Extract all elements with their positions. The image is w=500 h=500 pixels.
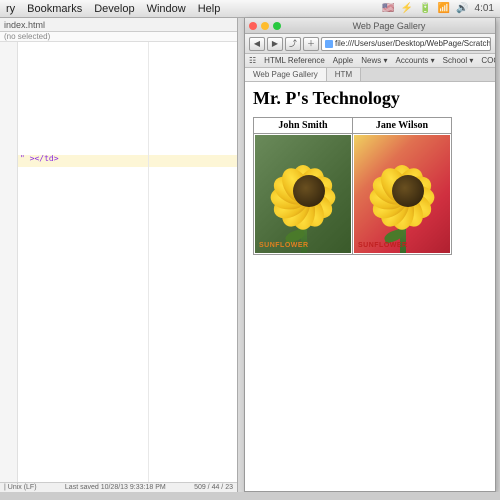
image-caption: SUNFLOWER: [358, 242, 408, 249]
flag-icon: 🇺🇸: [382, 3, 394, 14]
close-icon[interactable]: [249, 22, 257, 30]
safari-titlebar: Web Page Gallery: [245, 18, 495, 34]
column-header: John Smith: [254, 118, 353, 134]
bookmark-item[interactable]: Apple: [333, 56, 353, 65]
back-button[interactable]: ◀: [249, 37, 265, 51]
menu-item[interactable]: Help: [198, 3, 221, 15]
bookmark-item[interactable]: School ▾: [443, 56, 474, 65]
editor-tab[interactable]: index.html: [0, 18, 237, 32]
menu-item[interactable]: Window: [147, 3, 186, 15]
code-fragment: " ></td>: [20, 154, 59, 163]
editor-window: index.html (no selected) " ></td> | Unix…: [0, 18, 238, 492]
page-icon: [325, 40, 333, 48]
gallery-cell: SUNFLOWER: [254, 134, 353, 255]
safari-tabbar: Web Page Gallery HTM: [245, 68, 495, 82]
share-button[interactable]: ⤴: [285, 37, 301, 51]
bookmark-item[interactable]: Accounts ▾: [396, 56, 435, 65]
power-icon: ⚡: [401, 3, 413, 14]
sunflower-image-green: SUNFLOWER: [255, 135, 351, 253]
clock: 4:01: [475, 3, 494, 14]
desktop: index.html (no selected) " ></td> | Unix…: [0, 18, 500, 500]
mac-menubar: ry Bookmarks Develop Window Help 🇺🇸 ⚡ 🔋 …: [0, 0, 500, 18]
volume-icon: 🔊: [456, 3, 468, 14]
sunflower-image-red: SUNFLOWER: [354, 135, 450, 253]
menu-item[interactable]: Bookmarks: [27, 3, 82, 15]
bottom-strip: [0, 492, 500, 500]
editor-subtitle: (no selected): [0, 32, 237, 42]
battery-icon: 🔋: [419, 3, 431, 14]
safari-toolbar: ◀ ▶ ⤴ ＋ file:///Users/user/Desktop/WebPa…: [245, 34, 495, 54]
editor-statusbar: | Unix (LF) Last saved 10/28/13 9:33:18 …: [0, 482, 237, 492]
window-title: Web Page Gallery: [287, 21, 491, 31]
bookmark-item[interactable]: News ▾: [361, 56, 387, 65]
bookmark-item[interactable]: COOKING ▾: [481, 56, 495, 65]
menu-item[interactable]: Develop: [94, 3, 134, 15]
page-content: Mr. P's Technology John Smith Jane Wilso…: [245, 82, 495, 261]
page-heading: Mr. P's Technology: [253, 88, 487, 109]
bookmark-item[interactable]: HTML Reference: [264, 56, 325, 65]
line-gutter: [0, 42, 18, 482]
image-caption: SUNFLOWER: [259, 242, 309, 249]
forward-button[interactable]: ▶: [267, 37, 283, 51]
bookmarks-bar: ☷ HTML Reference Apple News ▾ Accounts ▾…: [245, 54, 495, 68]
minimize-icon[interactable]: [261, 22, 269, 30]
tab-gallery[interactable]: Web Page Gallery: [245, 68, 327, 81]
column-header: Jane Wilson: [353, 118, 452, 134]
wifi-icon: 📶: [438, 3, 450, 14]
url-field[interactable]: file:///Users/user/Desktop/WebPage/Scrat…: [321, 37, 491, 51]
menu-item[interactable]: ry: [6, 3, 15, 15]
gallery-cell: SUNFLOWER: [353, 134, 452, 255]
zoom-icon[interactable]: [273, 22, 281, 30]
bookmark-button[interactable]: ＋: [303, 37, 319, 51]
safari-window: Web Page Gallery ◀ ▶ ⤴ ＋ file:///Users/u…: [244, 18, 496, 492]
code-area[interactable]: " ></td>: [18, 42, 237, 482]
gallery-table: John Smith Jane Wilson: [253, 117, 452, 255]
tab-html[interactable]: HTM: [327, 68, 361, 81]
bookmarks-menu-icon[interactable]: ☷: [249, 56, 256, 65]
